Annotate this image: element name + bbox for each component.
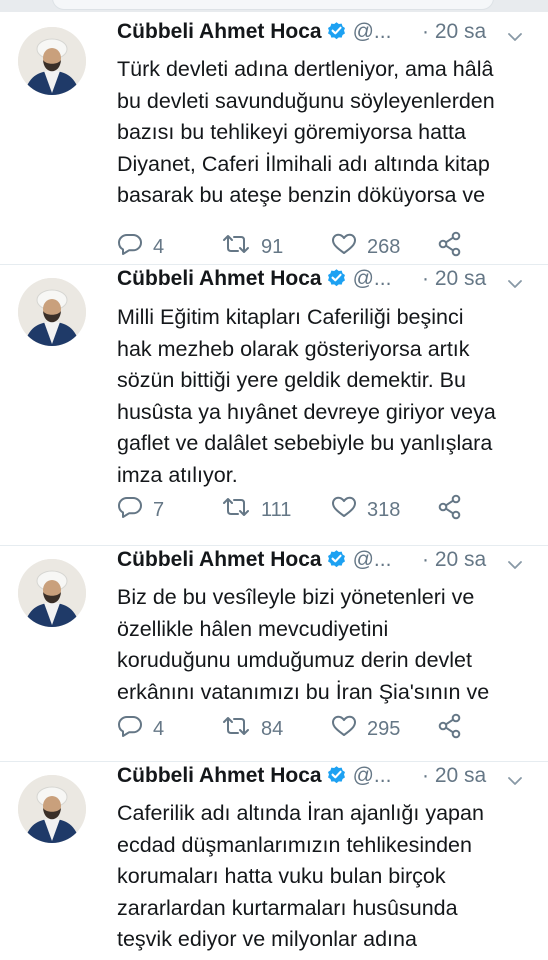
author-name[interactable]: Cübbeli Ahmet Hoca bbox=[117, 548, 322, 571]
tweet-actions: 4 84 295 bbox=[117, 712, 532, 746]
tweet-text-line: erkânını vatanımızı bu İran Şia'sının ve bbox=[117, 679, 490, 704]
heart-icon bbox=[331, 714, 367, 744]
retweet-icon bbox=[221, 495, 261, 525]
like-button[interactable]: 268 bbox=[331, 230, 400, 264]
avatar[interactable] bbox=[18, 559, 86, 627]
like-count: 295 bbox=[367, 717, 401, 740]
avatar[interactable] bbox=[18, 775, 86, 843]
tweet-text: Milli Eğitim kitapları Caferiliği beşinc… bbox=[117, 302, 532, 491]
like-button[interactable]: 295 bbox=[331, 712, 400, 746]
tweet-time[interactable]: · 20 sa bbox=[422, 264, 486, 294]
tweet-text-line: korumaları hatta vuku bulan birçok bbox=[117, 864, 446, 888]
tweet-text-line: hak mezheb olarak gösteriyorsa artık bbox=[117, 336, 470, 361]
tweet[interactable]: Cübbeli Ahmet Hoca @... · 20 sa Milli Eği… bbox=[0, 264, 548, 546]
author-name[interactable]: Cübbeli Ahmet Hoca bbox=[117, 764, 322, 787]
tweet-text-line: zararlardan kurtarmaları husûsunda bbox=[117, 895, 458, 920]
reply-button[interactable]: 4 bbox=[117, 712, 164, 746]
retweet-count: 111 bbox=[261, 498, 292, 521]
tweet-text-line: Caferilik adı altında İran ajanlığı yapa… bbox=[117, 801, 484, 825]
like-count: 318 bbox=[367, 498, 401, 521]
tweet[interactable]: Cübbeli Ahmet Hoca @... · 20 sa Biz de bu… bbox=[0, 545, 548, 762]
tweet-header: Cübbeli Ahmet Hoca @... · 20 sa bbox=[117, 264, 532, 294]
chevron-down-icon[interactable] bbox=[507, 22, 523, 52]
reply-icon bbox=[117, 714, 153, 744]
tweet-text: Biz de bu vesîleyle bizi yönetenleri ve ö… bbox=[117, 582, 532, 708]
reply-icon bbox=[117, 232, 153, 262]
reply-count: 4 bbox=[153, 235, 165, 258]
verified-badge-icon bbox=[326, 20, 347, 50]
heart-icon bbox=[331, 495, 367, 525]
reply-button[interactable]: 7 bbox=[117, 493, 164, 527]
tweet-actions: 7 111 318 bbox=[117, 493, 532, 527]
tweet-text-line: teşvik ediyor ve milyonlar adına bbox=[117, 927, 417, 951]
tweet-text-line: Diyanet, Caferi İlmihali adı altında kit… bbox=[117, 151, 490, 176]
author-name[interactable]: Cübbeli Ahmet Hoca bbox=[117, 20, 322, 43]
tweet-text-line: gaflet ve dalâlet sebebiyle bu yanlışlar… bbox=[117, 431, 493, 455]
tweet-header: Cübbeli Ahmet Hoca @... · 20 sa bbox=[117, 761, 532, 791]
retweet-button[interactable]: 91 bbox=[221, 230, 283, 264]
verified-badge-icon bbox=[326, 548, 347, 578]
chevron-down-icon[interactable] bbox=[507, 269, 523, 299]
tweet[interactable]: Cübbeli Ahmet Hoca @... · 20 sa Türk devl… bbox=[0, 17, 548, 265]
author-handle: @... bbox=[352, 548, 392, 571]
chevron-down-icon[interactable] bbox=[507, 766, 523, 796]
tweet-text-line: Türk devleti adına dertleniyor, ama hâlâ bbox=[117, 57, 494, 81]
chevron-down-icon[interactable] bbox=[507, 550, 523, 580]
tweet-time[interactable]: · 20 sa bbox=[422, 545, 486, 575]
tweet-text-line: Biz de bu vesîleyle bizi yönetenleri ve bbox=[117, 585, 475, 609]
verified-badge-icon bbox=[326, 764, 347, 794]
like-button[interactable]: 318 bbox=[331, 493, 400, 527]
author-handle: @... bbox=[352, 764, 392, 787]
retweet-icon bbox=[221, 714, 261, 744]
tweet-text-line: bazısı bu tehlikeyi göremiyorsa hatta bbox=[117, 120, 466, 144]
reply-count: 7 bbox=[153, 498, 165, 521]
retweet-button[interactable]: 84 bbox=[221, 712, 283, 746]
tweet-header: Cübbeli Ahmet Hoca @... · 20 sa bbox=[117, 545, 532, 575]
tweet-text-line: bu devleti savunduğunu söyleyenlerden bbox=[117, 88, 495, 113]
tweet-text-line: özellikle hâlen mevcudiyetini bbox=[117, 616, 389, 641]
reply-icon bbox=[117, 495, 153, 525]
tweet-text-line: imza atılıyor. bbox=[117, 462, 238, 487]
tweet-actions: 4 91 268 bbox=[117, 230, 532, 264]
author-handle: @... bbox=[352, 20, 392, 43]
tweet-text-line: basarak bu ateşe benzin döküyorsa ve bbox=[117, 183, 486, 207]
reply-count: 4 bbox=[153, 717, 165, 740]
tweet-text-line: ecdad düşmanlarımızın tehlikesinden bbox=[117, 832, 472, 857]
retweet-count: 91 bbox=[261, 235, 284, 258]
tweet-text: Türk devleti adına dertleniyor, ama hâlâ… bbox=[117, 54, 532, 212]
tweet-text-line: sözün bittiği yere geldik demektir. Bu bbox=[117, 368, 466, 392]
share-button[interactable] bbox=[437, 493, 473, 527]
tweet-text-line: husûsta ya hıyânet devreye giriyor veya bbox=[117, 399, 496, 424]
author-handle: @... bbox=[352, 267, 392, 290]
heart-icon bbox=[331, 232, 367, 262]
share-icon bbox=[437, 494, 473, 526]
tweet-text-line: koruduğunu umduğumuz derin devlet bbox=[117, 648, 472, 672]
like-count: 268 bbox=[367, 235, 401, 258]
share-button[interactable] bbox=[437, 230, 473, 264]
retweet-button[interactable]: 111 bbox=[221, 493, 291, 527]
share-icon bbox=[437, 713, 473, 745]
verified-badge-icon bbox=[326, 267, 347, 297]
author-name[interactable]: Cübbeli Ahmet Hoca bbox=[117, 267, 322, 290]
avatar[interactable] bbox=[18, 278, 86, 346]
share-button[interactable] bbox=[437, 712, 473, 746]
tweet-text: Caferilik adı altında İran ajanlığı yapa… bbox=[117, 798, 532, 956]
top-bar bbox=[0, 0, 548, 12]
tweet-text-line: Milli Eğitim kitapları Caferiliği beşinc… bbox=[117, 305, 464, 329]
share-icon bbox=[437, 231, 473, 263]
retweet-icon bbox=[221, 232, 261, 262]
retweet-count: 84 bbox=[261, 717, 284, 740]
tweet-header: Cübbeli Ahmet Hoca @... · 20 sa bbox=[117, 17, 532, 47]
avatar[interactable] bbox=[18, 27, 86, 95]
tweet-time[interactable]: · 20 sa bbox=[422, 761, 486, 791]
search-bar[interactable] bbox=[52, 0, 494, 10]
reply-button[interactable]: 4 bbox=[117, 230, 164, 264]
tweet-time[interactable]: · 20 sa bbox=[422, 17, 486, 47]
tweet[interactable]: Cübbeli Ahmet Hoca @... · 20 sa Caferilik… bbox=[0, 761, 548, 960]
